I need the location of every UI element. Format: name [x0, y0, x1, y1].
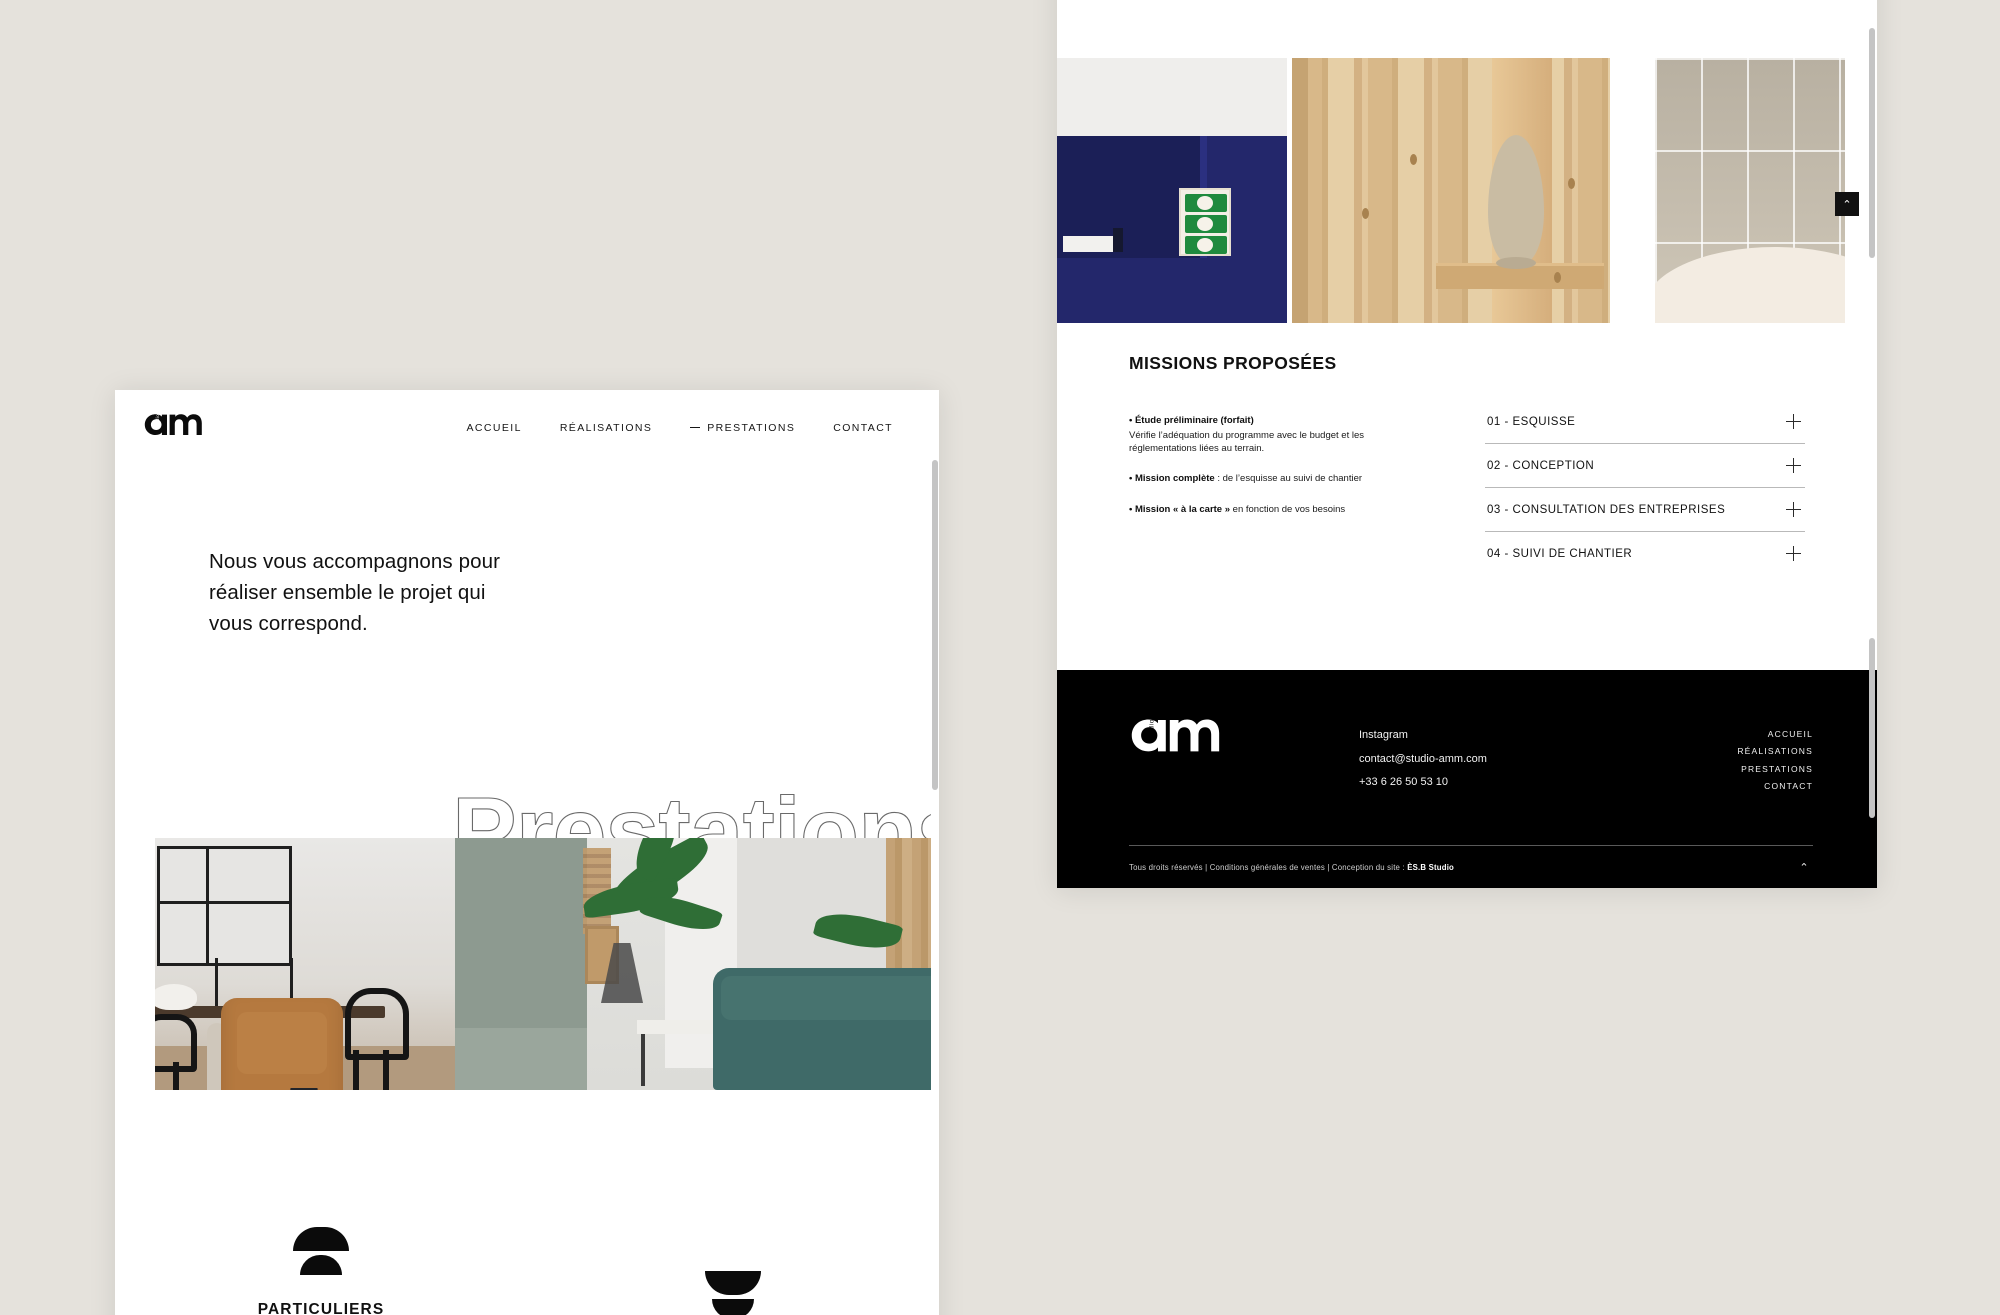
nav-item-prestations[interactable]: PRESTATIONS: [690, 422, 795, 434]
hero-image-living-room: [455, 838, 939, 1090]
footer-navigation[interactable]: ACCUEIL RÉALISATIONS PRESTATIONS CONTACT: [1737, 716, 1813, 796]
nav-item-realisations[interactable]: RÉALISATIONS: [560, 422, 652, 434]
two-half-circles-up-icon: [293, 1227, 349, 1279]
mission-item: • Mission complète : de l’esquisse au su…: [1129, 468, 1429, 486]
plus-icon[interactable]: [1786, 414, 1801, 429]
footer-nav-prestations[interactable]: PRESTATIONS: [1737, 761, 1813, 778]
accordion-row-consultation[interactable]: 03 - CONSULTATION DES ENTREPRISES: [1485, 488, 1805, 532]
hero-section: Nous vous accompagnons pour réaliser ens…: [115, 546, 939, 1090]
accordion-label: 01 - ESQUISSE: [1487, 415, 1576, 428]
scrollbar-thumb[interactable]: [932, 460, 938, 790]
footer-nav-accueil[interactable]: ACCUEIL: [1737, 726, 1813, 743]
footer-logo-amm[interactable]: studio: [1129, 716, 1359, 796]
service-title-particuliers: PARTICULIERS: [257, 1301, 385, 1315]
mission-item-bold: • Mission complète: [1129, 473, 1215, 485]
page-title: Nous vous accompagnons pour réaliser ens…: [209, 550, 501, 636]
accordion-row-suivi[interactable]: 04 - SUIVI DE CHANTIER: [1485, 532, 1805, 575]
nav-item-accueil[interactable]: ACCUEIL: [467, 422, 522, 434]
nav-current-dash-icon: [690, 427, 701, 428]
footer-phone-link[interactable]: +33 6 26 50 53 10: [1359, 771, 1487, 795]
hero-image-dining-room: [155, 838, 455, 1090]
hero-image-strip: [155, 838, 939, 1090]
mission-item-bold: • Étude préliminaire (forfait): [1129, 415, 1254, 426]
services-section: PARTICULIERS Si vous envisagez de rénove…: [115, 1159, 939, 1315]
accordion-label: 04 - SUIVI DE CHANTIER: [1487, 547, 1633, 560]
accordion-row-esquisse[interactable]: 01 - ESQUISSE: [1485, 410, 1805, 444]
missions-section: MISSIONS PROPOSÉES • Étude préliminaire …: [1057, 353, 1877, 575]
accordion-label: 03 - CONSULTATION DES ENTREPRISES: [1487, 503, 1726, 516]
site-footer: studio Instagram contact@studio-amm.com …: [1057, 670, 1877, 888]
footer-contact-block: Instagram contact@studio-amm.com +33 6 2…: [1359, 716, 1487, 796]
plus-icon[interactable]: [1786, 502, 1801, 517]
site-header: studio ACCUEIL RÉALISATIONS PRESTATIONS …: [115, 390, 939, 443]
gallery-image-wood-slats[interactable]: [1292, 58, 1610, 323]
scroll-to-top-button[interactable]: ⌃: [1835, 192, 1859, 216]
mission-item-rest: : de l’esquisse au suivi de chantier: [1214, 473, 1363, 485]
accordion-row-conception[interactable]: 02 - CONCEPTION: [1485, 444, 1805, 488]
scrollbar-thumb-right-bottom[interactable]: [1869, 638, 1875, 818]
footer-divider: [1129, 845, 1813, 846]
mission-item: • Étude préliminaire (forfait) Vérifie l…: [1129, 410, 1429, 455]
plus-icon[interactable]: [1786, 546, 1801, 561]
footer-nav-contact[interactable]: CONTACT: [1737, 778, 1813, 795]
footer-legal-text: Tous droits réservés | Conditions généra…: [1129, 863, 1454, 872]
nav-item-prestations-label: PRESTATIONS: [707, 421, 796, 434]
scrollbar-left-panel[interactable]: [931, 390, 939, 1315]
mission-item-rest: en fonction de vos besoins: [1230, 504, 1346, 516]
footer-back-to-top-icon[interactable]: ⌃: [1795, 858, 1813, 876]
gallery-image-navy-shelf[interactable]: [1057, 58, 1287, 323]
footer-legal-prefix: Tous droits réservés | Conditions généra…: [1129, 863, 1408, 872]
plus-icon[interactable]: [1786, 458, 1801, 473]
footer-legal-studio: ÈS.B Studio: [1407, 863, 1455, 872]
service-card-particuliers: PARTICULIERS Si vous envisagez de rénove…: [115, 1227, 527, 1315]
logo-sub-text: studio: [155, 414, 160, 428]
footer-logo-sub-text: studio: [1149, 719, 1156, 741]
missions-title: MISSIONS PROPOSÉES: [1129, 353, 1337, 373]
project-gallery: ⌃: [1057, 58, 1877, 323]
gallery-image-tiled-bathroom[interactable]: [1655, 58, 1845, 323]
primary-navigation[interactable]: ACCUEIL RÉALISATIONS PRESTATIONS CONTACT: [467, 422, 894, 434]
two-half-circles-down-icon: [705, 1271, 761, 1315]
missions-description-list: • Étude préliminaire (forfait) Vérifie l…: [1129, 410, 1429, 575]
scrollbar-thumb-right-top[interactable]: [1869, 28, 1875, 258]
footer-email-link[interactable]: contact@studio-amm.com: [1359, 748, 1487, 772]
logo-amm[interactable]: studio: [143, 412, 203, 443]
mission-item-bold: • Mission « à la carte »: [1129, 504, 1231, 516]
footer-nav-realisations[interactable]: RÉALISATIONS: [1737, 743, 1813, 760]
missions-accordion[interactable]: 01 - ESQUISSE 02 - CONCEPTION 03 - CONSU…: [1485, 410, 1805, 575]
service-card-professionels: PROFESSIONELS Nous créons pour vous l’am…: [527, 1227, 939, 1315]
mission-item: • Mission « à la carte » en fonction de …: [1129, 499, 1429, 517]
mission-item-detail: Vérifie l’adéquation du programme avec l…: [1129, 430, 1365, 455]
footer-instagram-link[interactable]: Instagram: [1359, 724, 1487, 748]
browser-window-right[interactable]: Bureaux ⌃ MISSIONS PROPOSÉES • Étude pré…: [1057, 0, 1877, 888]
browser-window-left[interactable]: studio ACCUEIL RÉALISATIONS PRESTATIONS …: [115, 390, 939, 1315]
nav-item-contact[interactable]: CONTACT: [833, 422, 893, 434]
accordion-label: 02 - CONCEPTION: [1487, 459, 1595, 472]
